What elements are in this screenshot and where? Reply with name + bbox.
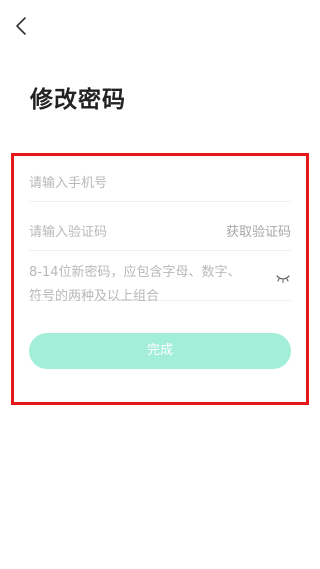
verification-code-field: 获取验证码 (29, 215, 291, 251)
submit-button[interactable]: 完成 (29, 333, 291, 369)
get-code-button[interactable]: 获取验证码 (226, 215, 291, 251)
phone-input[interactable] (29, 166, 291, 201)
page-title: 修改密码 (30, 87, 126, 113)
eye-closed-icon (276, 275, 290, 283)
verification-code-input[interactable] (29, 215, 209, 250)
back-button[interactable] (10, 14, 34, 38)
password-hint-line-2: 符号的两种及以上组合 (29, 289, 160, 304)
phone-field (29, 166, 291, 202)
new-password-field[interactable]: 8-14位新密码，应包含字母、数字、 符号的两种及以上组合 (29, 258, 291, 304)
password-hint-line-1: 8-14位新密码，应包含字母、数字、 (29, 265, 241, 280)
password-visibility-toggle[interactable] (275, 272, 291, 284)
chevron-left-icon (16, 17, 26, 35)
new-password-placeholder: 8-14位新密码，应包含字母、数字、 符号的两种及以上组合 (29, 261, 265, 309)
change-password-screen: 修改密码 获取验证码 8-14位新密码，应包含字母、数字、 符号的两种及以上组合… (0, 0, 320, 569)
